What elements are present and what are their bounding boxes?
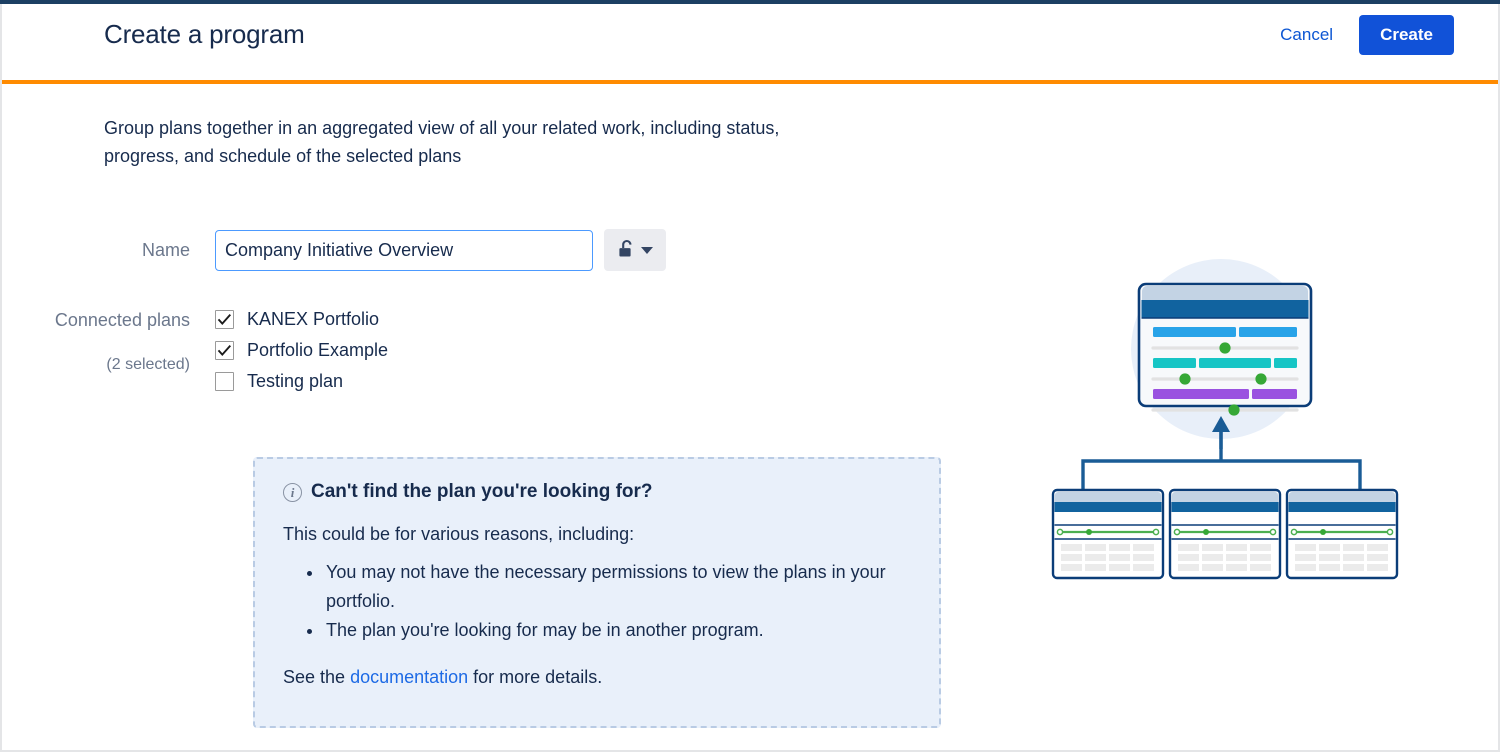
plan-checkbox-item[interactable]: Testing plan — [215, 371, 388, 392]
plan-label: KANEX Portfolio — [247, 309, 380, 329]
connected-plans-selected-count: (2 selected) — [106, 356, 190, 373]
list-item: You may not have the necessary permissio… — [324, 558, 911, 616]
connected-plans-row: Connected plans (2 selected) KANEX Portf… — [2, 308, 388, 392]
create-button[interactable]: Create — [1359, 15, 1454, 55]
info-panel-heading-text: Can't find the plan you're looking for? — [311, 481, 653, 502]
dialog-header: Create a program Cancel Create — [2, 4, 1498, 80]
illustration-plan-card — [1285, 488, 1399, 580]
checkbox-unchecked-icon[interactable] — [215, 372, 234, 391]
list-item: The plan you're looking for may be in an… — [324, 616, 911, 645]
info-circle-icon: i — [283, 482, 302, 502]
info-panel-heading: i Can't find the plan you're looking for… — [283, 481, 911, 503]
name-field-label: Name — [141, 239, 190, 260]
info-panel-footer-suffix: for more details. — [468, 667, 603, 687]
plan-checkbox-item[interactable]: KANEX Portfolio — [215, 309, 388, 330]
cant-find-plan-info-panel: i Can't find the plan you're looking for… — [253, 457, 941, 728]
connected-plans-labels: Connected plans (2 selected) — [2, 308, 215, 376]
illustration-program-card — [1137, 282, 1313, 416]
dialog-body: Group plans together in an aggregated vi… — [2, 84, 1498, 750]
dialog-description: Group plans together in an aggregated vi… — [104, 118, 780, 166]
illustration-plan-card — [1051, 488, 1165, 580]
checkbox-checked-icon[interactable] — [215, 341, 234, 360]
info-panel-reason-list: You may not have the necessary permissio… — [283, 558, 911, 645]
connected-plans-label: Connected plans — [54, 310, 190, 330]
illustration-plan-card — [1168, 488, 1282, 580]
info-panel-footer: See the documentation for more details. — [283, 667, 911, 688]
header-actions: Cancel Create — [1280, 15, 1454, 55]
create-program-dialog: Create a program Cancel Create Group pla… — [0, 0, 1500, 752]
checkbox-checked-icon[interactable] — [215, 310, 234, 329]
documentation-link[interactable]: documentation — [350, 667, 468, 687]
info-panel-footer-prefix: See the — [283, 667, 351, 687]
plan-label: Portfolio Example — [247, 340, 389, 360]
chevron-down-icon — [640, 246, 653, 254]
connected-plans-list: KANEX Portfolio Portfolio Example Testin… — [215, 308, 388, 392]
unlocked-padlock-icon — [618, 239, 636, 262]
plan-checkbox-item[interactable]: Portfolio Example — [215, 340, 388, 361]
name-input[interactable] — [215, 229, 593, 271]
plan-label: Testing plan — [247, 371, 344, 391]
visibility-dropdown-button[interactable] — [604, 229, 666, 271]
info-panel-subheading: This could be for various reasons, inclu… — [283, 524, 635, 544]
page-title: Create a program — [104, 19, 305, 49]
name-field-row: Name — [2, 229, 666, 271]
program-aggregation-illustration — [1022, 164, 1442, 594]
cancel-button[interactable]: Cancel — [1280, 25, 1333, 45]
